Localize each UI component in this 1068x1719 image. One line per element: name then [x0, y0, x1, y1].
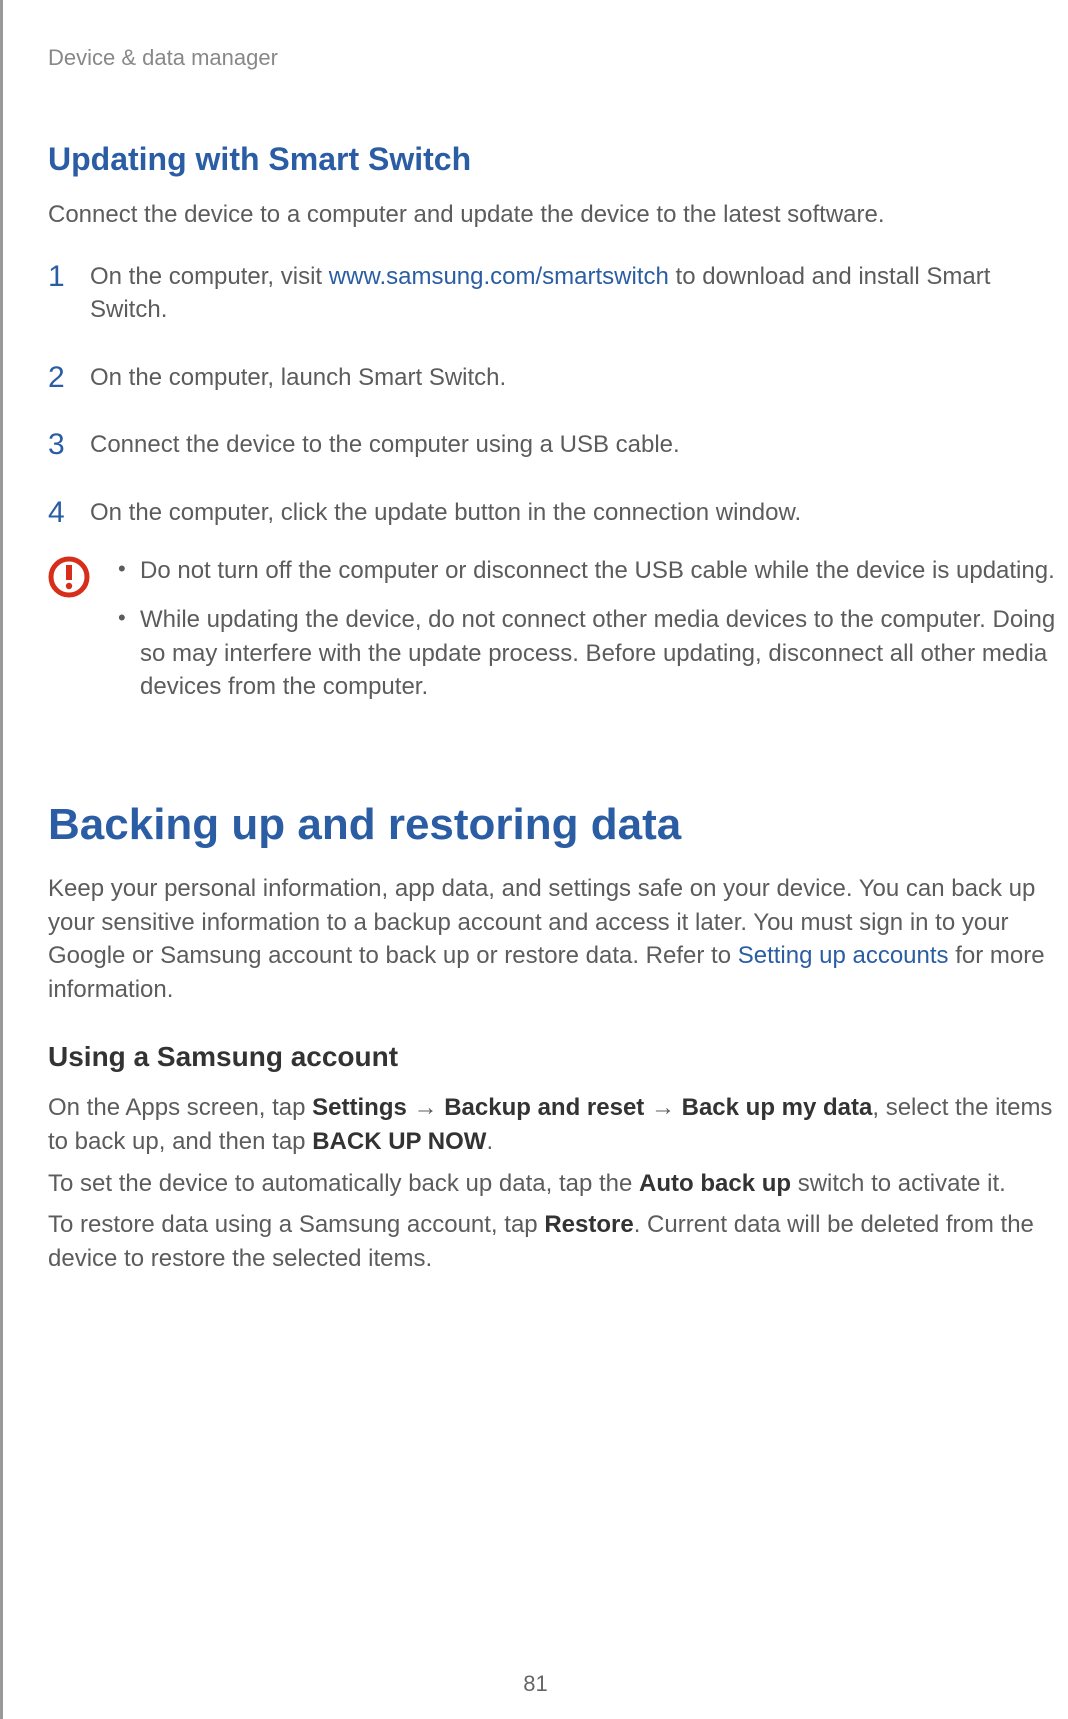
step-3: Connect the device to the computer using…	[48, 428, 1068, 462]
caution-box: Do not turn off the computer or disconne…	[48, 554, 1068, 720]
arrow-2: →	[644, 1094, 681, 1121]
steps-list: On the computer, visit www.samsung.com/s…	[48, 260, 1068, 530]
caution-item-1: Do not turn off the computer or disconne…	[110, 554, 1068, 588]
caution-item-2: While updating the device, do not connec…	[110, 603, 1068, 704]
setting-up-accounts-link[interactable]: Setting up accounts	[738, 942, 949, 969]
page-number: 81	[523, 1671, 547, 1697]
caution-list: Do not turn off the computer or disconne…	[110, 554, 1068, 720]
arrow-1: →	[407, 1094, 444, 1121]
samsung-para-3: To restore data using a Samsung account,…	[48, 1208, 1068, 1275]
p1-text-d: .	[486, 1128, 493, 1155]
auto-backup-bold: Auto back up	[639, 1170, 791, 1197]
backup-reset-bold: Backup and reset	[444, 1094, 644, 1121]
section-heading-smart-switch: Updating with Smart Switch	[48, 141, 1068, 178]
backup-now-bold: BACK UP NOW	[312, 1128, 486, 1155]
step-4: On the computer, click the update button…	[48, 496, 1068, 530]
step-1: On the computer, visit www.samsung.com/s…	[48, 260, 1068, 327]
section-heading-backup: Backing up and restoring data	[48, 800, 1068, 850]
step-2: On the computer, launch Smart Switch.	[48, 361, 1068, 395]
step-1-text-a: On the computer, visit	[90, 263, 329, 290]
backup-my-data-bold: Back up my data	[682, 1094, 873, 1121]
smartswitch-link[interactable]: www.samsung.com/smartswitch	[329, 263, 669, 290]
samsung-para-2: To set the device to automatically back …	[48, 1167, 1068, 1201]
p2-text-a: To set the device to automatically back …	[48, 1170, 639, 1197]
restore-bold: Restore	[544, 1211, 633, 1238]
subheading-samsung-account: Using a Samsung account	[48, 1041, 1068, 1073]
breadcrumb: Device & data manager	[48, 45, 1068, 71]
samsung-para-1: On the Apps screen, tap Settings → Backu…	[48, 1091, 1068, 1158]
caution-icon	[48, 556, 90, 603]
backup-intro: Keep your personal information, app data…	[48, 872, 1068, 1006]
p3-text-a: To restore data using a Samsung account,…	[48, 1211, 544, 1238]
intro-text-smart-switch: Connect the device to a computer and upd…	[48, 198, 1068, 232]
settings-bold: Settings	[312, 1094, 407, 1121]
p2-text-c: switch to activate it.	[791, 1170, 1006, 1197]
p1-text-a: On the Apps screen, tap	[48, 1094, 312, 1121]
